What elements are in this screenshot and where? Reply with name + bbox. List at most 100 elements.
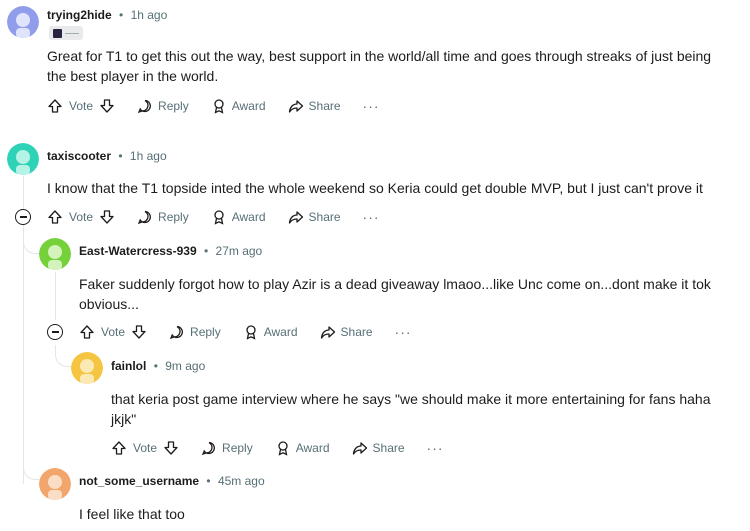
timestamp: 1h ago [129,149,167,163]
award-icon [246,325,256,340]
comment-body: Faker suddenly forgot how to play Azir i… [79,276,711,312]
timestamp: 45m ago [217,474,265,488]
avatar[interactable] [7,6,39,38]
separator: • [118,149,123,163]
comment-actions: Vote Reply Award Share ··· [47,205,380,229]
downvote-icon[interactable] [99,209,115,225]
collapse-thread-button[interactable] [15,209,31,225]
username[interactable]: taxiscooter [47,149,111,163]
timestamp: 27m ago [215,244,263,258]
reply-icon [169,325,183,340]
avatar[interactable] [71,352,103,384]
reply-label: Reply [222,441,253,455]
username[interactable]: fainlol [111,359,146,373]
vote-label: Vote [133,441,158,455]
more-options-button[interactable]: ··· [363,209,380,225]
vote-group: Vote [111,440,179,456]
comment-body: I feel like that too [79,506,185,522]
timestamp: 1h ago [130,8,168,22]
avatar[interactable] [7,143,39,175]
comment-actions: Vote Reply Award Share ··· [111,436,444,460]
reply-label: Reply [190,325,221,339]
award-button[interactable]: Award [211,209,266,225]
username[interactable]: trying2hide [47,8,112,22]
upvote-icon[interactable] [79,324,95,340]
vote-label: Vote [101,325,126,339]
user-avatar-icon [39,238,71,270]
share-icon [320,326,335,339]
award-label: Award [263,325,298,339]
vote-group: Vote [79,324,147,340]
reply-label: Reply [158,210,189,224]
thread-connector [23,440,41,480]
comment-meta: trying2hide • 1h ago [47,8,167,22]
downvote-icon[interactable] [131,324,147,340]
username[interactable]: not_some_username [79,474,199,488]
share-button[interactable]: Share [288,209,341,225]
share-button[interactable]: Share [320,324,373,340]
award-label: Award [231,99,266,113]
share-label: Share [308,210,341,224]
award-label: Award [231,210,266,224]
reply-icon [137,99,151,114]
share-label: Share [340,325,373,339]
separator: • [119,8,124,22]
user-avatar-icon [71,352,103,384]
avatar[interactable] [39,238,71,270]
comment-body: Great for T1 to get this out the way, be… [47,48,712,84]
upvote-icon[interactable] [47,209,63,225]
downvote-icon[interactable] [163,440,179,456]
comment-body: I know that the T1 topside inted the who… [47,180,703,196]
comment-meta: taxiscooter • 1h ago [47,149,167,163]
avatar[interactable] [39,468,71,500]
reply-button[interactable]: Reply [137,209,189,225]
share-button[interactable]: Share [288,98,341,114]
user-flair: —— [49,26,83,40]
reply-label: Reply [158,99,189,113]
vote-group: Vote [47,209,115,225]
award-icon [214,210,224,225]
share-button[interactable]: Share [352,440,405,456]
comment-actions: Vote Reply Award Share ··· [47,94,380,118]
user-avatar-icon [7,143,39,175]
comment-meta: East-Watercress-939 • 27m ago [79,244,262,258]
reply-icon [137,210,151,225]
separator: • [203,244,209,258]
award-icon [214,99,224,114]
reply-icon [201,441,215,456]
thread-connector [55,345,73,367]
more-options-button[interactable]: ··· [395,324,412,340]
flair-icon [53,28,62,38]
comment-actions: Vote Reply Award Share ··· [79,320,412,344]
more-options-button[interactable]: ··· [427,440,444,456]
award-button[interactable]: Award [275,440,330,456]
award-label: Award [295,441,330,455]
vote-label: Vote [69,210,94,224]
flair-text: —— [65,29,79,37]
upvote-icon[interactable] [47,98,63,114]
reply-button[interactable]: Reply [137,98,189,114]
user-avatar-icon [39,468,71,500]
more-options-button[interactable]: ··· [363,98,380,114]
user-avatar-icon [7,6,39,38]
vote-label: Vote [69,99,94,113]
share-label: Share [372,441,405,455]
reply-button[interactable]: Reply [169,324,221,340]
username[interactable]: East-Watercress-939 [79,244,197,258]
vote-group: Vote [47,98,115,114]
collapse-thread-button[interactable] [47,324,63,340]
timestamp: 9m ago [165,359,206,373]
award-button[interactable]: Award [243,324,298,340]
reply-button[interactable]: Reply [201,440,253,456]
share-label: Share [308,99,341,113]
separator: • [206,474,211,488]
downvote-icon[interactable] [99,98,115,114]
share-icon [352,442,367,455]
share-icon [288,100,303,113]
thread-line-sub [55,272,56,320]
comment-body: that keria post game interview where he … [111,391,711,427]
comment-meta: not_some_username • 45m ago [79,474,265,488]
award-button[interactable]: Award [211,98,266,114]
upvote-icon[interactable] [111,440,127,456]
comment-meta: fainlol • 9m ago [111,359,205,373]
